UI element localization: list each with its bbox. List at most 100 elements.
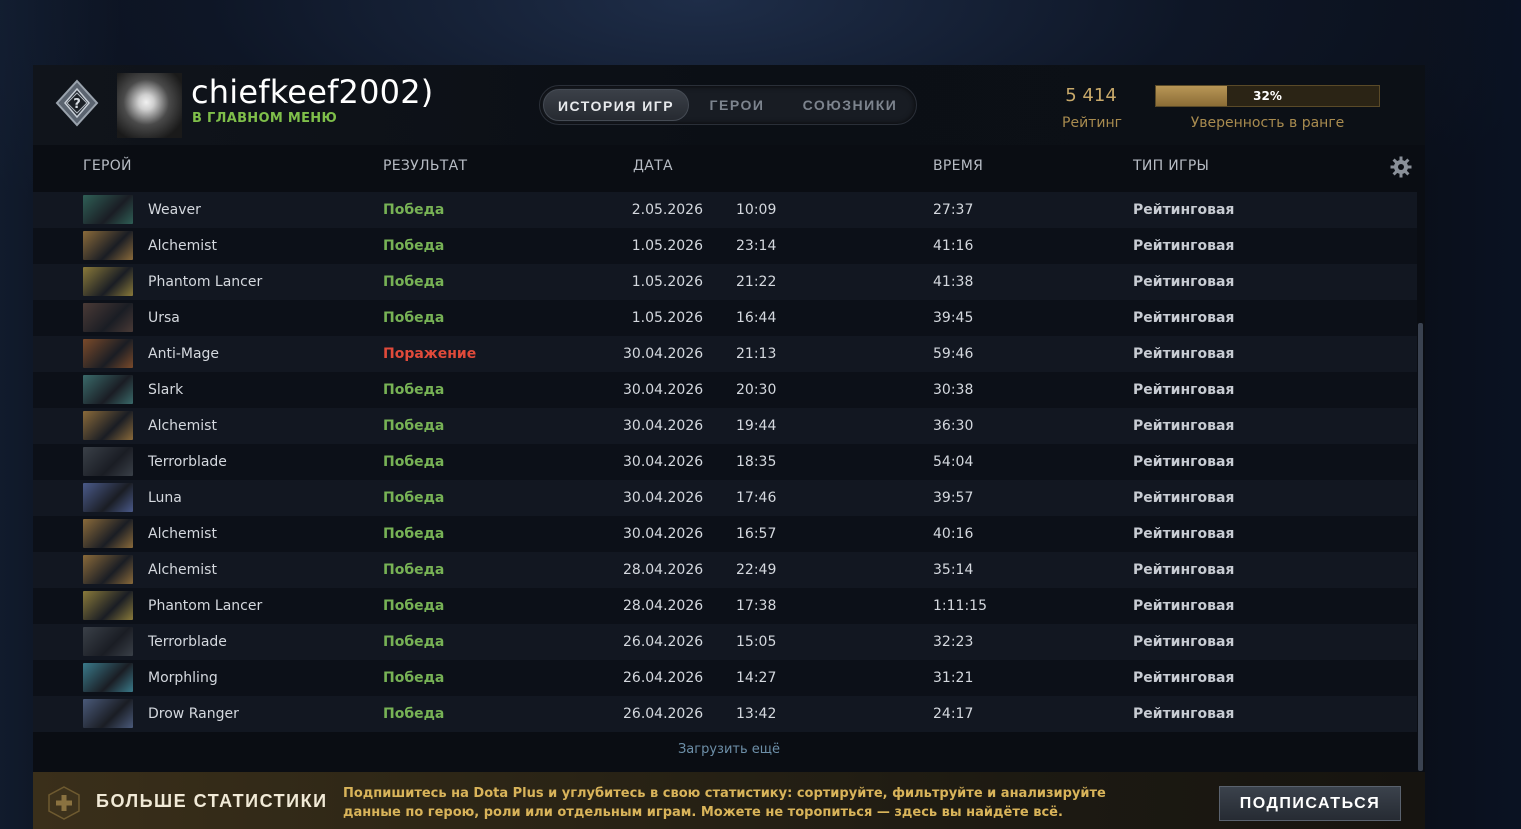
match-result: Победа [383, 562, 445, 578]
hero-name: Alchemist [148, 526, 217, 542]
dota-plus-icon [47, 786, 81, 820]
match-row[interactable]: Phantom Lancer Победа 28.04.2026 17:38 1:11:… [33, 588, 1417, 624]
match-history-panel: ? chiefkeef2002) В ГЛАВНОМ МЕНЮ ИСТОРИЯ … [33, 65, 1425, 829]
rating-value: 5 414 [1065, 85, 1117, 106]
history-tabs: ИСТОРИЯ ИГР ГЕРОИ СОЮЗНИКИ [539, 85, 917, 125]
match-date: 26.04.2026 [623, 634, 704, 650]
match-mode: Рейтинговая [1133, 490, 1235, 506]
match-start-time: 20:30 [736, 382, 777, 398]
match-result: Победа [383, 382, 445, 398]
hero-name: Terrorblade [148, 454, 227, 470]
match-duration: 41:16 [933, 238, 974, 254]
subscribe-button[interactable]: ПОДПИСАТЬСЯ [1219, 786, 1401, 821]
hero-name: Ursa [148, 310, 180, 326]
hero-portrait-icon [83, 519, 133, 548]
match-date: 26.04.2026 [623, 670, 704, 686]
match-mode: Рейтинговая [1133, 238, 1235, 254]
column-header-duration[interactable]: ВРЕМЯ [933, 158, 983, 174]
match-date: 30.04.2026 [623, 382, 704, 398]
hero-portrait-icon [83, 627, 133, 656]
rating-label: Рейтинг [1062, 115, 1122, 131]
hero-name: Luna [148, 490, 182, 506]
match-duration: 1:11:15 [933, 598, 987, 614]
match-row[interactable]: Drow Ranger Победа 26.04.2026 13:42 24:17 Рей… [33, 696, 1417, 732]
match-result: Победа [383, 274, 445, 290]
match-row[interactable]: Anti-Mage Поражение 30.04.2026 21:13 59:46 Ре… [33, 336, 1417, 372]
column-header-result[interactable]: РЕЗУЛЬТАТ [383, 158, 467, 174]
match-mode: Рейтинговая [1133, 310, 1235, 326]
gear-icon[interactable] [1389, 155, 1413, 179]
hero-name: Slark [148, 382, 184, 398]
tab-allies[interactable]: СОЮЗНИКИ [788, 89, 912, 121]
tab-match-history[interactable]: ИСТОРИЯ ИГР [543, 89, 689, 121]
match-duration: 27:37 [933, 202, 974, 218]
match-start-time: 23:14 [736, 238, 777, 254]
match-date: 28.04.2026 [623, 598, 704, 614]
match-row[interactable]: Luna Победа 30.04.2026 17:46 39:57 Рейтингова… [33, 480, 1417, 516]
column-header-mode[interactable]: ТИП ИГРЫ [1133, 158, 1209, 174]
background-right-shade [1421, 0, 1521, 829]
tab-heroes[interactable]: ГЕРОИ [692, 89, 782, 121]
hero-name: Alchemist [148, 418, 217, 434]
hero-portrait-icon [83, 339, 133, 368]
match-date: 30.04.2026 [623, 346, 704, 362]
match-duration: 35:14 [933, 562, 974, 578]
hero-portrait-icon [83, 267, 133, 296]
match-result: Победа [383, 490, 445, 506]
match-row[interactable]: Phantom Lancer Победа 1.05.2026 21:22 41:38 Р… [33, 264, 1417, 300]
rank-confidence-bar: 32% [1155, 85, 1380, 107]
match-duration: 39:45 [933, 310, 974, 326]
rank-medal-unknown-icon[interactable]: ? [53, 79, 101, 127]
hero-portrait-icon [83, 699, 133, 728]
match-mode: Рейтинговая [1133, 418, 1235, 434]
promo-title: БОЛЬШЕ СТАТИСТИКИ [96, 791, 328, 811]
match-start-time: 21:22 [736, 274, 777, 290]
match-row[interactable]: Alchemist Победа 30.04.2026 16:57 40:16 Рейти… [33, 516, 1417, 552]
match-mode: Рейтинговая [1133, 526, 1235, 542]
match-row[interactable]: Terrorblade Победа 26.04.2026 15:05 32:23 Рей… [33, 624, 1417, 660]
match-result: Победа [383, 310, 445, 326]
match-list-scrollbar[interactable] [1418, 323, 1423, 771]
match-duration: 39:57 [933, 490, 974, 506]
player-avatar[interactable] [117, 73, 182, 138]
match-start-time: 22:49 [736, 562, 777, 578]
match-result: Победа [383, 670, 445, 686]
hero-name: Drow Ranger [148, 706, 239, 722]
match-row[interactable]: Alchemist Победа 30.04.2026 19:44 36:30 Рейти… [33, 408, 1417, 444]
match-date: 1.05.2026 [631, 274, 703, 290]
match-result: Поражение [383, 346, 477, 362]
match-row[interactable]: Slark Победа 30.04.2026 20:30 30:38 Рейтингов… [33, 372, 1417, 408]
player-name[interactable]: chiefkeef2002) [191, 73, 433, 111]
column-header-hero[interactable]: ГЕРОЙ [83, 158, 132, 174]
match-result: Победа [383, 526, 445, 542]
hero-name: Weaver [148, 202, 201, 218]
match-duration: 30:38 [933, 382, 974, 398]
hero-portrait-icon [83, 483, 133, 512]
hero-portrait-icon [83, 555, 133, 584]
player-status: В ГЛАВНОМ МЕНЮ [192, 111, 338, 126]
match-mode: Рейтинговая [1133, 382, 1235, 398]
hero-name: Alchemist [148, 562, 217, 578]
hero-name: Alchemist [148, 238, 217, 254]
match-row[interactable]: Morphling Победа 26.04.2026 14:27 31:21 Рейти… [33, 660, 1417, 696]
match-row[interactable]: Weaver Победа 2.05.2026 10:09 27:37 Рейтингов… [33, 192, 1417, 228]
match-row[interactable]: Alchemist Победа 28.04.2026 22:49 35:14 Рейти… [33, 552, 1417, 588]
match-date: 30.04.2026 [623, 490, 704, 506]
match-row[interactable]: Terrorblade Победа 30.04.2026 18:35 54:04 Рей… [33, 444, 1417, 480]
match-row[interactable]: Alchemist Победа 1.05.2026 23:14 41:16 Рейтин… [33, 228, 1417, 264]
hero-portrait-icon [83, 411, 133, 440]
column-header-date[interactable]: ДАТА [633, 158, 673, 174]
match-date: 1.05.2026 [631, 238, 703, 254]
match-date: 30.04.2026 [623, 526, 704, 542]
match-start-time: 21:13 [736, 346, 777, 362]
load-more-link[interactable]: Загрузить ещё [33, 742, 1425, 757]
promo-text: Подпишитесь на Dota Plus и углубитесь в … [343, 786, 1106, 820]
match-row[interactable]: Ursa Победа 1.05.2026 16:44 39:45 Рейтинговая [33, 300, 1417, 336]
match-start-time: 10:09 [736, 202, 777, 218]
match-mode: Рейтинговая [1133, 706, 1235, 722]
match-date: 1.05.2026 [631, 310, 703, 326]
match-date: 26.04.2026 [623, 706, 704, 722]
match-mode: Рейтинговая [1133, 670, 1235, 686]
match-start-time: 17:38 [736, 598, 777, 614]
match-date: 2.05.2026 [631, 202, 703, 218]
